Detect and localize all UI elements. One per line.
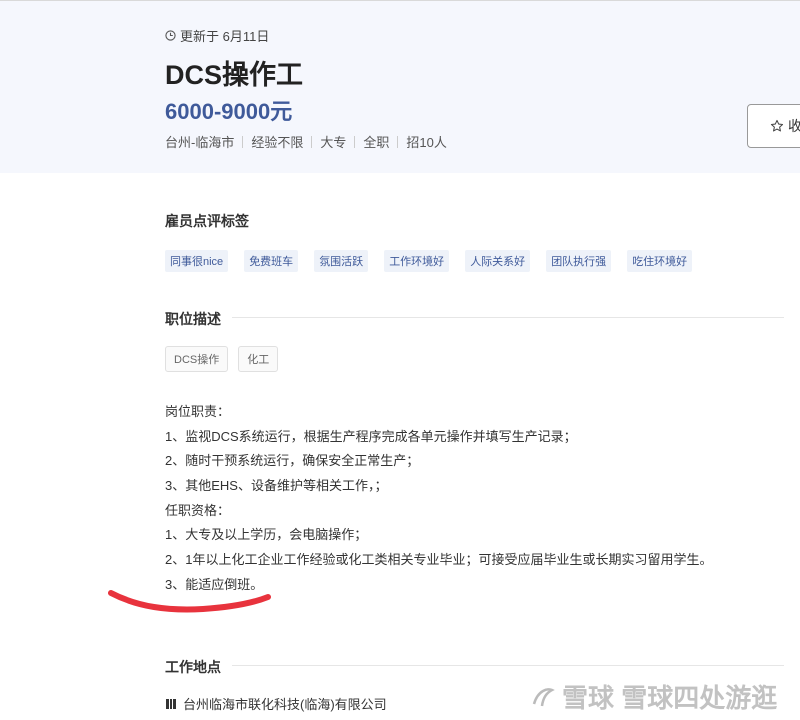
section-divider xyxy=(232,665,784,666)
description-line: 2、1年以上化工企业工作经验或化工类相关专业毕业；可接受应届毕业生或长期实习留用… xyxy=(165,552,713,568)
job-description-title: 职位描述 xyxy=(165,311,221,327)
meta-job-type: 全职 xyxy=(363,135,390,150)
meta-experience: 经验不限 xyxy=(251,135,304,150)
review-tag: 工作环境好 xyxy=(384,250,450,272)
watermark: 雪球 雪球四处游逛 xyxy=(530,678,777,715)
watermark-text: 雪球 雪球四处游逛 xyxy=(562,683,778,713)
meta-headcount: 招10人 xyxy=(406,135,447,150)
divider xyxy=(354,135,356,148)
job-description-text: 岗位职责： 1、监视DCS系统运行，根据生产程序完成各单元操作并填写生产记录； … xyxy=(165,400,712,598)
description-line: 3、其他EHS、设备维护等相关工作，； xyxy=(165,478,388,494)
review-tag: 吃住环境好 xyxy=(627,250,693,272)
update-time-text: 更新于 6月11日 xyxy=(180,29,270,44)
update-time: 更新于 6月11日 xyxy=(165,26,269,45)
favorite-label: 收 xyxy=(788,118,800,134)
review-tag: 团队执行强 xyxy=(546,250,612,272)
description-line: 2、随时干预系统运行，确保安全正常生产； xyxy=(165,453,420,469)
favorite-button[interactable]: 收 xyxy=(747,104,800,148)
divider xyxy=(311,135,313,148)
meta-education: 大专 xyxy=(320,135,347,150)
job-meta: 台州-临海市 经验不限 大专 全职 招10人 xyxy=(165,132,447,151)
skill-tags: DCS操作 化工 xyxy=(165,346,279,372)
review-tags: 同事很nice 免费班车 氛围活跃 工作环境好 人际关系好 团队执行强 吃住环境… xyxy=(165,250,693,272)
star-icon xyxy=(770,119,784,132)
building-icon xyxy=(166,698,176,709)
snowball-logo-icon xyxy=(532,687,555,706)
skill-tag: 化工 xyxy=(238,346,279,372)
company-name[interactable]: 台州临海市联化科技(临海)有限公司 xyxy=(183,694,387,713)
company-address: 台州临海市联化科技(临海)有限公司 xyxy=(165,694,387,713)
description-line: 1、监视DCS系统运行，根据生产程序完成各单元操作并填写生产记录； xyxy=(165,428,577,444)
clock-icon xyxy=(165,30,176,41)
description-line: 任职资格： xyxy=(165,502,231,518)
work-location-title: 工作地点 xyxy=(165,659,221,675)
divider xyxy=(242,135,244,148)
divider xyxy=(397,135,399,148)
page-title: DCS操作工 xyxy=(165,60,304,90)
red-annotation-stroke xyxy=(108,590,271,613)
skill-tag: DCS操作 xyxy=(165,346,229,372)
review-tags-title: 雇员点评标签 xyxy=(165,213,249,229)
description-line: 1、大专及以上学历，会电脑操作； xyxy=(165,527,368,543)
review-tag: 同事很nice xyxy=(165,250,229,272)
description-line: 岗位职责： xyxy=(165,404,231,419)
review-tag: 免费班车 xyxy=(244,250,299,272)
job-header: 更新于 6月11日 DCS操作工 6000-9000元 台州-临海市 经验不限 … xyxy=(0,0,800,173)
meta-location: 台州-临海市 xyxy=(165,135,235,150)
review-tag: 氛围活跃 xyxy=(314,250,369,272)
section-divider xyxy=(232,317,784,318)
review-tag: 人际关系好 xyxy=(465,250,531,272)
salary: 6000-9000元 xyxy=(165,99,293,124)
